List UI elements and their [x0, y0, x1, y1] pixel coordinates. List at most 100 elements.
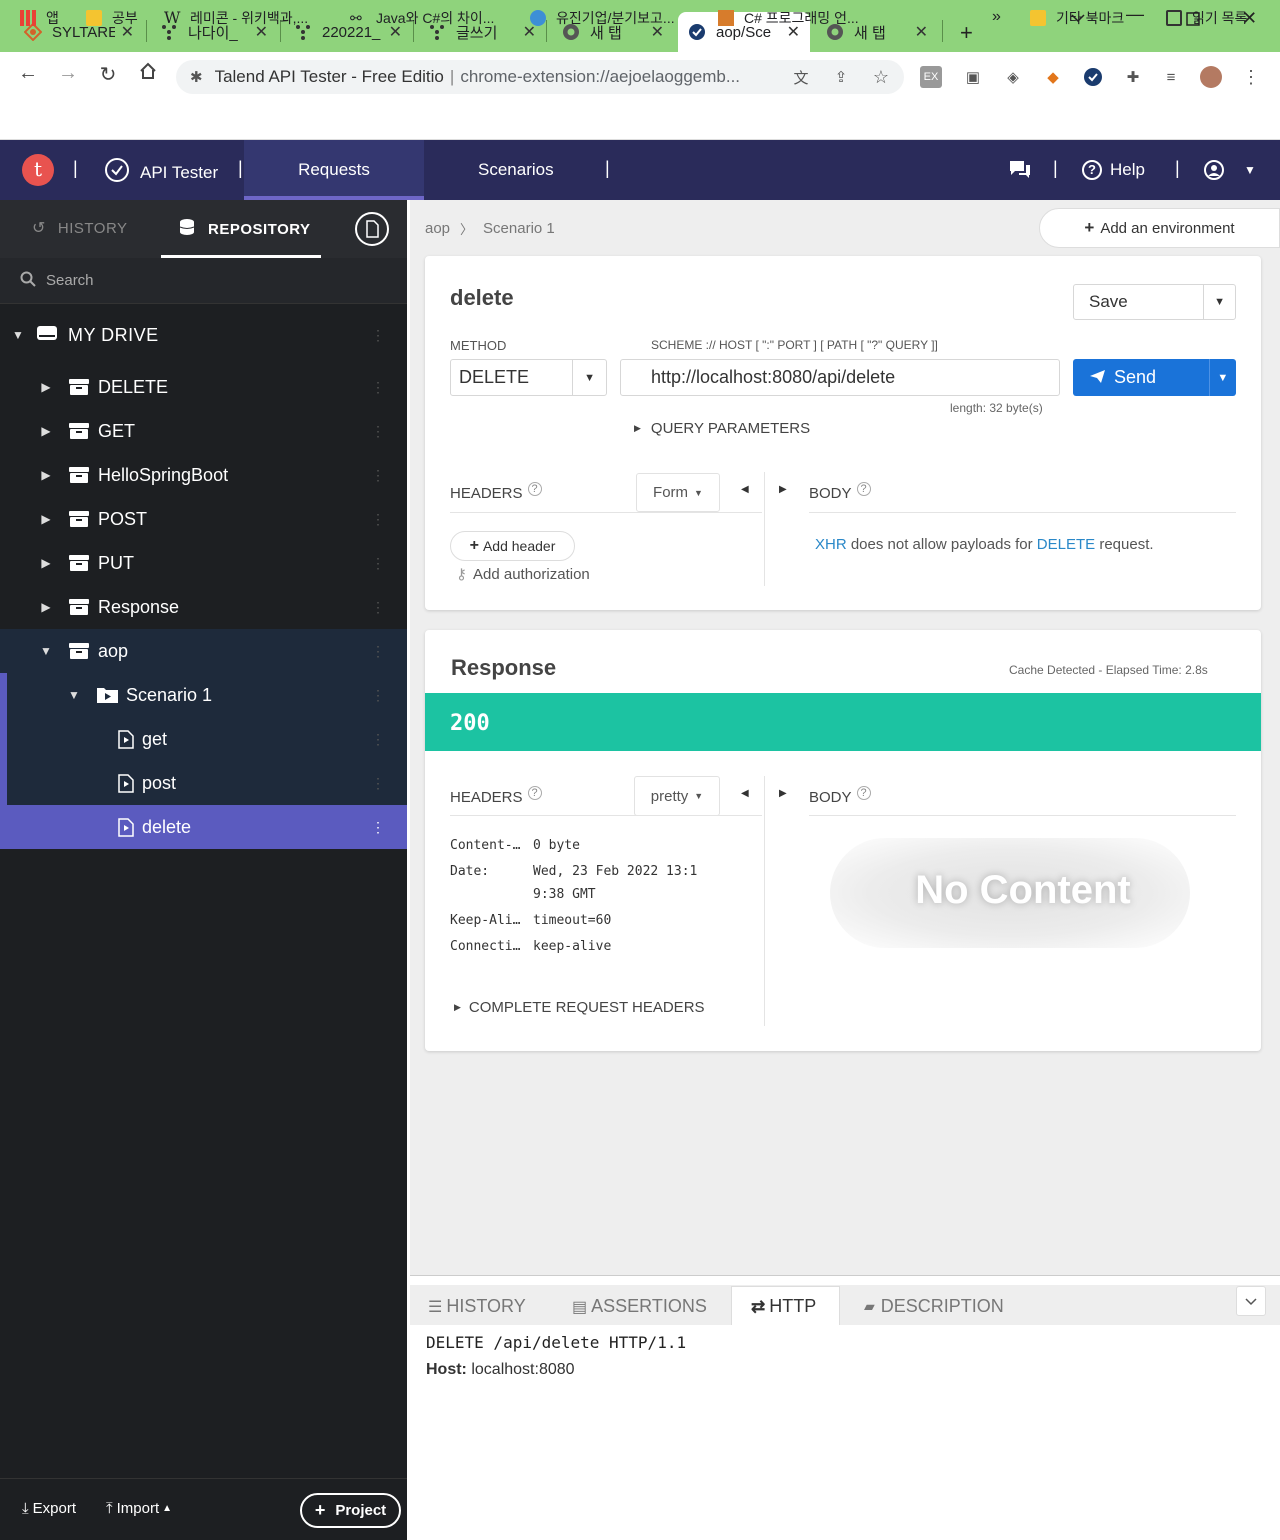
add-authorization-link[interactable]: ⚷ Add authorization	[456, 565, 590, 584]
tree-request-item[interactable]: post ⋮	[0, 761, 407, 805]
more-icon[interactable]: ⋮	[371, 819, 385, 836]
help-link[interactable]: ? Help	[1082, 160, 1145, 180]
more-icon[interactable]: ⋮	[371, 467, 385, 484]
bookmark-apps[interactable]: 앱	[20, 8, 59, 28]
kotlin-icon[interactable]: ◈	[1002, 66, 1024, 88]
more-icon[interactable]: ⋮	[371, 327, 385, 344]
chat-icon[interactable]	[1008, 158, 1032, 185]
chevron-down-icon[interactable]: ▼	[1244, 163, 1256, 177]
tree-scenario-item[interactable]: ▼ Scenario 1 ⋮	[0, 673, 407, 717]
tab-history[interactable]: ↺ HISTORY	[32, 218, 128, 238]
more-icon[interactable]: ⋮	[371, 731, 385, 748]
url-input[interactable]: http://localhost:8080/api/delete	[620, 359, 1060, 396]
tree-project-item[interactable]: ▶ DELETE ⋮	[0, 365, 407, 409]
tree-request-item[interactable]: delete ⋮	[0, 805, 407, 849]
bookmark-folder[interactable]: 기타 북마크	[1030, 8, 1124, 28]
share-icon[interactable]: ⇪	[830, 66, 852, 88]
caret-down-icon[interactable]: ▼	[68, 688, 80, 702]
more-icon[interactable]: ⋮	[371, 643, 385, 660]
add-header-button[interactable]: + Add header	[450, 531, 575, 561]
close-icon[interactable]: ✕	[915, 22, 928, 42]
new-file-button[interactable]	[355, 212, 389, 246]
account-icon[interactable]	[1204, 160, 1224, 185]
reload-icon[interactable]: ↻	[94, 62, 122, 87]
more-icon[interactable]: ⋮	[371, 379, 385, 396]
bookmark-link[interactable]: C# 프로그래밍 언...	[718, 8, 859, 28]
chevron-down-icon[interactable]: ▼	[1208, 359, 1236, 396]
drive-root[interactable]: ▼ MY DRIVE ⋮	[0, 313, 407, 357]
bottom-tab-history[interactable]: ☰ HISTORY	[428, 1296, 526, 1317]
tree-request-item[interactable]: get ⋮	[0, 717, 407, 761]
avatar[interactable]	[1200, 66, 1222, 88]
caret-right-icon[interactable]: ▶	[40, 424, 52, 438]
more-icon[interactable]: ⋮	[371, 775, 385, 792]
tree-project-item[interactable]: ▼ aop ⋮	[0, 629, 407, 673]
complete-request-headers-toggle[interactable]: ▶ COMPLETE REQUEST HEADERS	[454, 999, 705, 1016]
tree-project-item[interactable]: ▶ Response ⋮	[0, 585, 407, 629]
bottom-tab-http[interactable]: ⇄ HTTP	[751, 1296, 816, 1317]
media-icon[interactable]: ≡	[1160, 66, 1182, 88]
ex-extension-icon[interactable]: EX	[920, 66, 942, 88]
help-circle-icon[interactable]: ?	[527, 482, 542, 496]
bottom-tab-description[interactable]: ▰ DESCRIPTION	[864, 1296, 1004, 1317]
home-icon[interactable]	[134, 62, 162, 86]
more-icon[interactable]: ⋮	[371, 687, 385, 704]
caret-right-icon[interactable]: ▶	[40, 468, 52, 482]
more-icon[interactable]: ⋮	[371, 555, 385, 572]
form-select[interactable]: Form ▼	[636, 473, 720, 512]
caret-right-icon[interactable]: ▶	[40, 600, 52, 614]
expand-right-icon[interactable]: ▶	[779, 484, 787, 495]
tree-project-item[interactable]: ▶ HelloSpringBoot ⋮	[0, 453, 407, 497]
more-icon[interactable]: ⋮	[371, 423, 385, 440]
new-project-button[interactable]: + Project	[300, 1493, 401, 1528]
search-input[interactable]: Search	[0, 258, 407, 304]
help-circle-icon[interactable]: ?	[856, 482, 871, 496]
send-button[interactable]: Send ▼	[1073, 359, 1236, 396]
save-button[interactable]: Save ▼	[1073, 284, 1236, 320]
bookmarks-more[interactable]: »	[992, 8, 1001, 26]
forward-icon[interactable]: →	[54, 62, 82, 85]
tree-project-item[interactable]: ▶ GET ⋮	[0, 409, 407, 453]
help-circle-icon[interactable]: ?	[856, 786, 871, 800]
add-environment-button[interactable]: + Add an environment	[1039, 208, 1280, 248]
breadcrumb-item[interactable]: aop	[425, 220, 450, 237]
more-icon[interactable]: ⋮	[371, 599, 385, 616]
chevron-down-icon[interactable]: ▼	[1203, 285, 1235, 319]
back-icon[interactable]: ←	[14, 62, 42, 85]
tab-scenarios[interactable]: Scenarios	[478, 160, 554, 180]
translate-icon[interactable]: 文	[790, 66, 812, 88]
bookmark-folder[interactable]: 공부	[86, 8, 138, 28]
minimize-icon[interactable]: —	[1126, 4, 1144, 25]
help-circle-icon[interactable]: ?	[527, 786, 542, 800]
import-button[interactable]: ⤒ Import ▲	[106, 1500, 172, 1517]
collapse-left-icon[interactable]: ◀	[741, 484, 749, 495]
bookmark-link[interactable]: W 레미콘 - 위키백과,...	[164, 8, 308, 28]
caret-down-icon[interactable]: ▼	[40, 644, 52, 658]
menu-icon[interactable]: ⋮	[1240, 66, 1262, 88]
export-button[interactable]: ⤓ Export	[22, 1500, 76, 1517]
reading-list[interactable]: 읽기 목록	[1166, 8, 1247, 28]
bookmark-star-icon[interactable]: ☆	[870, 66, 892, 88]
api-tester-icon[interactable]	[1082, 66, 1104, 88]
caret-right-icon[interactable]: ▶	[40, 556, 52, 570]
tree-project-item[interactable]: ▶ POST ⋮	[0, 497, 407, 541]
query-parameters-toggle[interactable]: ▶ QUERY PARAMETERS	[634, 420, 810, 437]
more-icon[interactable]: ⋮	[371, 511, 385, 528]
expand-right-icon[interactable]: ▶	[779, 788, 787, 799]
metamask-icon[interactable]: ◆	[1042, 66, 1064, 88]
request-name[interactable]: delete	[450, 285, 514, 311]
bookmark-link[interactable]: ⚯ Java와 C#의 차이...	[350, 8, 494, 28]
collapse-panel-button[interactable]	[1236, 1286, 1266, 1316]
new-tab-icon[interactable]: +	[960, 20, 973, 46]
tab-requests[interactable]: Requests	[244, 140, 424, 200]
collapse-left-icon[interactable]: ◀	[741, 788, 749, 799]
pretty-select[interactable]: pretty ▼	[634, 776, 720, 816]
cast-icon[interactable]: ▣	[962, 66, 984, 88]
method-select[interactable]: DELETE ▼	[450, 359, 607, 396]
tree-project-item[interactable]: ▶ PUT ⋮	[0, 541, 407, 585]
bottom-tab-assertions[interactable]: ▤ ASSERTIONS	[572, 1296, 707, 1317]
breadcrumb-item[interactable]: Scenario 1	[483, 220, 555, 237]
tab-repository[interactable]: REPOSITORY	[178, 218, 311, 240]
extensions-icon[interactable]: ✚	[1122, 66, 1144, 88]
caret-right-icon[interactable]: ▶	[40, 380, 52, 394]
